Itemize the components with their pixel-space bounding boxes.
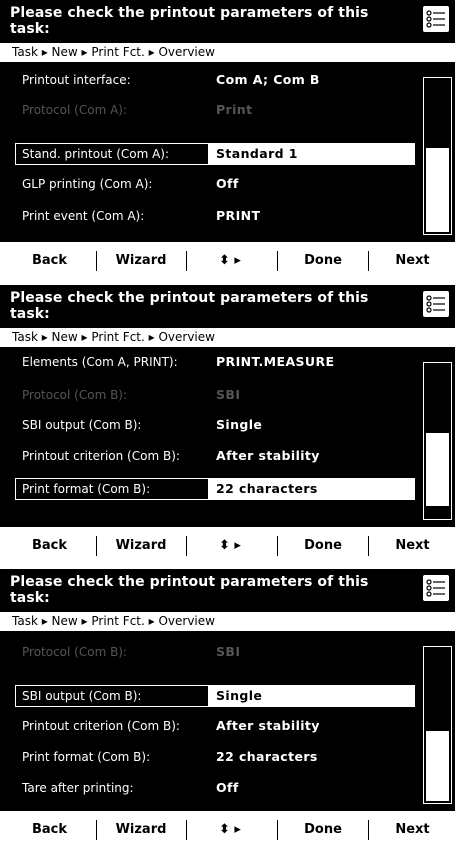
parameter-list: Protocol (Com B): SBI SBI output (Com B)… [0,631,455,811]
header: Please check the printout parameters of … [0,285,455,328]
header-title: Please check the printout parameters of … [10,5,369,37]
row-value: SBI [216,644,241,659]
screen-2: Please check the printout parameters of … [0,285,455,568]
row-label: Print event (Com A): [22,209,145,223]
next-button[interactable]: Next [375,527,450,564]
row-value: Com A; Com B [216,72,320,87]
row-value: Single [216,688,263,703]
breadcrumb-text: Task ▸ New ▸ Print Fct. ▸ Overview [12,614,215,628]
row-label: Protocol (Com B): [22,645,128,659]
menu-list-icon[interactable] [423,291,449,317]
list-item[interactable]: Printout criterion (Com B): After stabil… [15,715,415,737]
row-label: Elements (Com A, PRINT): [22,355,178,369]
row-value: SBI [216,387,241,402]
row-value: PRINT [216,208,261,223]
next-button[interactable]: Next [375,811,450,848]
row-label: Tare after printing: [22,781,134,795]
navigate-button[interactable]: ⬍ ▸ [195,527,265,564]
row-value: Print [216,102,253,117]
done-button[interactable]: Done [283,242,363,279]
scrollbar-thumb[interactable] [426,433,449,506]
row-value: 22 characters [216,749,318,764]
row-label: Print format (Com B): [22,482,151,496]
softkey-bar: Back Wizard ⬍ ▸ Done Next [0,527,455,564]
softkey-bar: Back Wizard ⬍ ▸ Done Next [0,242,455,279]
row-label: SBI output (Com B): [22,689,142,703]
row-value: Single [216,417,263,432]
next-button[interactable]: Next [375,242,450,279]
screen-1: Please check the printout parameters of … [0,0,455,283]
row-value: Off [216,176,239,191]
row-label: Printout criterion (Com B): [22,449,180,463]
navigate-button[interactable]: ⬍ ▸ [195,242,265,279]
row-label: Printout interface: [22,73,131,87]
header-title: Please check the printout parameters of … [10,290,369,322]
row-label: Print format (Com B): [22,750,151,764]
list-item[interactable]: Print format (Com B): 22 characters [15,746,415,768]
row-label: Stand. printout (Com A): [22,147,170,161]
scrollbar-thumb[interactable] [426,731,449,801]
back-button[interactable]: Back [12,811,87,848]
done-button[interactable]: Done [283,527,363,564]
wizard-button[interactable]: Wizard [101,527,181,564]
list-item-selected[interactable]: Stand. printout (Com A): Standard 1 [15,143,415,165]
menu-list-icon[interactable] [423,575,449,601]
screen-3: Please check the printout parameters of … [0,569,455,852]
done-button[interactable]: Done [283,811,363,848]
wizard-button[interactable]: Wizard [101,242,181,279]
row-value: 22 characters [216,481,318,496]
row-label: SBI output (Com B): [22,418,142,432]
scrollbar[interactable] [423,362,452,520]
menu-list-icon[interactable] [423,6,449,32]
breadcrumb: Task ▸ New ▸ Print Fct. ▸ Overview [0,43,455,62]
scrollbar[interactable] [423,77,452,235]
row-value: After stability [216,718,320,733]
softkey-bar: Back Wizard ⬍ ▸ Done Next [0,811,455,848]
list-item[interactable]: GLP printing (Com A): Off [15,173,415,195]
breadcrumb: Task ▸ New ▸ Print Fct. ▸ Overview [0,612,455,631]
list-item[interactable]: Printout interface: Com A; Com B [15,69,415,91]
row-value: PRINT.MEASURE [216,354,335,369]
row-label: Protocol (Com A): [22,103,128,117]
wizard-button[interactable]: Wizard [101,811,181,848]
scrollbar[interactable] [423,646,452,804]
list-item[interactable]: Print event (Com A): PRINT [15,205,415,227]
list-item[interactable]: Elements (Com A, PRINT): PRINT.MEASURE [15,351,415,373]
row-value: Standard 1 [216,146,298,161]
list-item-selected[interactable]: SBI output (Com B): Single [15,685,415,707]
list-item[interactable]: Printout criterion (Com B): After stabil… [15,445,415,467]
header-title: Please check the printout parameters of … [10,574,369,606]
scrollbar-thumb[interactable] [426,148,449,232]
header: Please check the printout parameters of … [0,569,455,612]
list-item[interactable]: SBI output (Com B): Single [15,414,415,436]
list-item: Protocol (Com B): SBI [15,641,415,663]
row-label: Printout criterion (Com B): [22,719,180,733]
navigate-button[interactable]: ⬍ ▸ [195,811,265,848]
row-value: Off [216,780,239,795]
parameter-list: Printout interface: Com A; Com B Protoco… [0,62,455,242]
row-label: Protocol (Com B): [22,388,128,402]
breadcrumb: Task ▸ New ▸ Print Fct. ▸ Overview [0,328,455,347]
back-button[interactable]: Back [12,527,87,564]
list-item[interactable]: Tare after printing: Off [15,777,415,799]
row-label: GLP printing (Com A): [22,177,153,191]
list-item: Protocol (Com A): Print [15,99,415,121]
list-item: Protocol (Com B): SBI [15,384,415,406]
row-value: After stability [216,448,320,463]
breadcrumb-text: Task ▸ New ▸ Print Fct. ▸ Overview [12,330,215,344]
breadcrumb-text: Task ▸ New ▸ Print Fct. ▸ Overview [12,45,215,59]
back-button[interactable]: Back [12,242,87,279]
header: Please check the printout parameters of … [0,0,455,43]
list-item-selected[interactable]: Print format (Com B): 22 characters [15,478,415,500]
parameter-list: Elements (Com A, PRINT): PRINT.MEASURE P… [0,347,455,527]
